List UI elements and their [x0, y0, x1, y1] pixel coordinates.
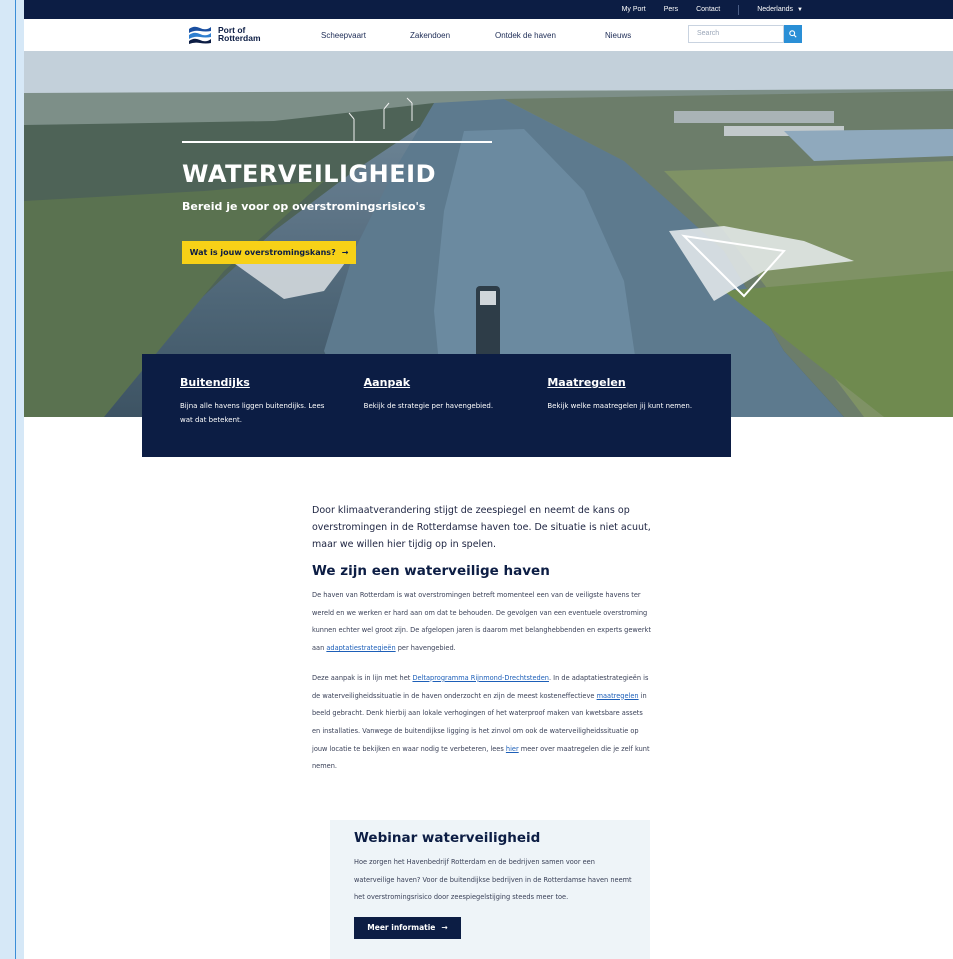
card-aanpak: Aanpak Bekijk de strategie per havengebi… — [364, 376, 510, 457]
card-buitendijks-link[interactable]: Buitendijks — [180, 376, 326, 389]
port-of-rotterdam-logo[interactable]: Port of Rotterdam — [188, 24, 261, 44]
webinar-title: Webinar waterveiligheid — [354, 830, 541, 846]
nav-zakendoen[interactable]: Zakendoen — [410, 31, 450, 40]
webinar-text: Hoe zorgen het Havenbedrijf Rotterdam en… — [354, 858, 632, 901]
adaptation-strategies-link[interactable]: adaptatiestrategieën — [326, 644, 395, 652]
arrow-right-icon: → — [341, 248, 349, 257]
chevron-down-icon: ▼ — [797, 6, 803, 13]
section-heading: We zijn een waterveilige haven — [312, 563, 550, 579]
card-maatregelen: Maatregelen Bekijk welke maatregelen jij… — [547, 376, 693, 457]
contact-link[interactable]: Contact — [696, 6, 720, 13]
paragraph-2-text-a: Deze aanpak is in lijn met het — [312, 673, 413, 682]
paragraph-2-text-c: in beeld gebracht. Denk hierbij aan loka… — [312, 691, 647, 753]
nav-scheepvaart[interactable]: Scheepvaart — [321, 31, 366, 40]
language-select[interactable]: Nederlands ▼ — [757, 6, 803, 13]
utility-bar: My Port Pers Contact Nederlands ▼ — [24, 0, 953, 19]
hero-title: WATERVEILIGHEID — [182, 160, 437, 188]
card-buitendijks-text: Bijna alle havens liggen buitendijks. Le… — [180, 402, 325, 424]
arrow-right-icon: → — [441, 923, 448, 932]
paragraph-2: Deze aanpak is in lijn met het Deltaprog… — [312, 670, 652, 776]
logo-text: Port of Rotterdam — [218, 25, 261, 43]
webinar-box: Webinar waterveiligheid Hoe zorgen het H… — [330, 820, 650, 959]
article-body: Door klimaatverandering stijgt de zeespi… — [312, 502, 652, 776]
hero-divider — [182, 141, 492, 143]
paragraph-1: De haven van Rotterdam is wat overstromi… — [312, 587, 652, 658]
flood-chance-button-label: Wat is jouw overstromingskans? — [189, 248, 336, 257]
more-info-button[interactable]: Meer informatie → — [354, 916, 461, 939]
nav-ontdek-de-haven[interactable]: Ontdek de haven — [495, 31, 556, 40]
card-maatregelen-link[interactable]: Maatregelen — [547, 376, 693, 389]
flood-chance-button[interactable]: Wat is jouw overstromingskans? → — [182, 241, 356, 264]
deltaprogramma-link[interactable]: Deltaprogramma Rijnmond-Drechtsteden — [412, 674, 549, 682]
here-link[interactable]: hier — [506, 745, 519, 753]
my-port-link[interactable]: My Port — [622, 6, 646, 13]
topic-cards: Buitendijks Bijna alle havens liggen bui… — [142, 354, 731, 457]
paragraph-1-text-b: per havengebied. — [395, 644, 456, 653]
press-link[interactable]: Pers — [664, 6, 678, 13]
logo-waves-icon — [189, 26, 211, 44]
hero-subtitle: Bereid je voor op overstromingsrisico's — [182, 200, 426, 213]
main-nav: Port of Rotterdam Scheepvaart Zakendoen … — [24, 19, 953, 51]
browser-frame-left — [0, 0, 16, 959]
intro-paragraph: Door klimaatverandering stijgt de zeespi… — [312, 505, 651, 550]
card-aanpak-text: Bekijk de strategie per havengebied. — [363, 402, 494, 410]
card-aanpak-link[interactable]: Aanpak — [364, 376, 510, 389]
card-buitendijks: Buitendijks Bijna alle havens liggen bui… — [180, 376, 326, 457]
nav-nieuws[interactable]: Nieuws — [605, 31, 631, 40]
measures-link[interactable]: maatregelen — [597, 692, 639, 700]
utility-divider — [738, 4, 740, 15]
page: My Port Pers Contact Nederlands ▼ Port o… — [24, 0, 953, 959]
search-icon — [789, 30, 797, 38]
more-info-button-label: Meer informatie — [367, 923, 436, 932]
paragraph-1-text-a: De haven van Rotterdam is wat overstromi… — [312, 591, 651, 653]
card-maatregelen-text: Bekijk welke maatregelen jij kunt nemen. — [547, 402, 693, 410]
search-input[interactable]: Search — [688, 25, 784, 43]
logo-line-2: Rotterdam — [218, 33, 261, 43]
language-label: Nederlands — [757, 6, 794, 13]
search-button[interactable] — [784, 25, 802, 43]
